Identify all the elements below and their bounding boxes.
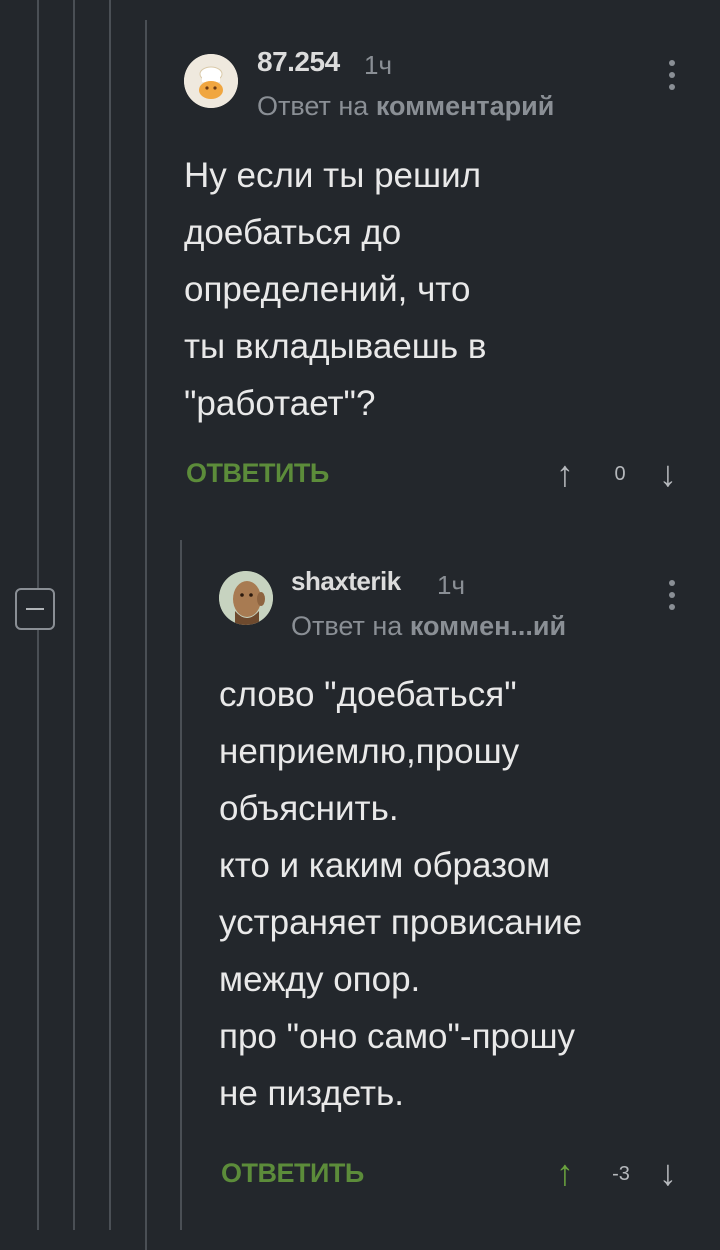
reply-to-prefix: Ответ на bbox=[257, 91, 376, 121]
avatar[interactable] bbox=[184, 54, 238, 108]
downvote-arrow-icon[interactable]: ↓ bbox=[659, 456, 677, 492]
thread-line bbox=[145, 20, 147, 1250]
comment-text: слово "доебаться" неприемлю,прошу объясн… bbox=[219, 675, 583, 1113]
upvote-arrow-icon[interactable]: ↑ bbox=[556, 1155, 574, 1191]
comment-text: Ну если ты решил доебаться до определени… bbox=[184, 156, 487, 423]
reply-to-prefix: Ответ на bbox=[291, 611, 410, 641]
reply-to-target[interactable]: комментарий bbox=[376, 91, 555, 121]
reply-to-info[interactable]: Ответ на комментарий bbox=[257, 91, 554, 122]
reply-button[interactable]: ОТВЕТИТЬ bbox=[186, 458, 329, 489]
chef-avatar-icon bbox=[184, 54, 238, 108]
comment-score: -3 bbox=[612, 1163, 630, 1185]
comment-time: 1ч bbox=[364, 50, 393, 80]
reply-to-target[interactable]: коммен...ий bbox=[410, 611, 566, 641]
more-options-icon[interactable] bbox=[668, 60, 676, 96]
thread-line bbox=[73, 0, 75, 1230]
reply-button[interactable]: ОТВЕТИТЬ bbox=[221, 1158, 364, 1189]
upvote-arrow-icon[interactable]: ↑ bbox=[556, 456, 574, 492]
thread-line bbox=[180, 540, 182, 1230]
comment-time: 1ч bbox=[437, 570, 466, 600]
reply-to-info[interactable]: Ответ на коммен...ий bbox=[291, 611, 566, 642]
thread-line bbox=[109, 0, 111, 1230]
portrait-avatar-icon bbox=[219, 571, 273, 625]
avatar[interactable] bbox=[219, 571, 273, 625]
comment-score: 0 bbox=[614, 463, 626, 485]
more-options-icon[interactable] bbox=[668, 580, 676, 616]
downvote-arrow-icon[interactable]: ↓ bbox=[659, 1155, 677, 1191]
comment-username[interactable]: 87.254 bbox=[257, 46, 340, 78]
comment-username[interactable]: shaxterik bbox=[291, 566, 401, 597]
collapse-thread-button[interactable] bbox=[15, 588, 55, 630]
